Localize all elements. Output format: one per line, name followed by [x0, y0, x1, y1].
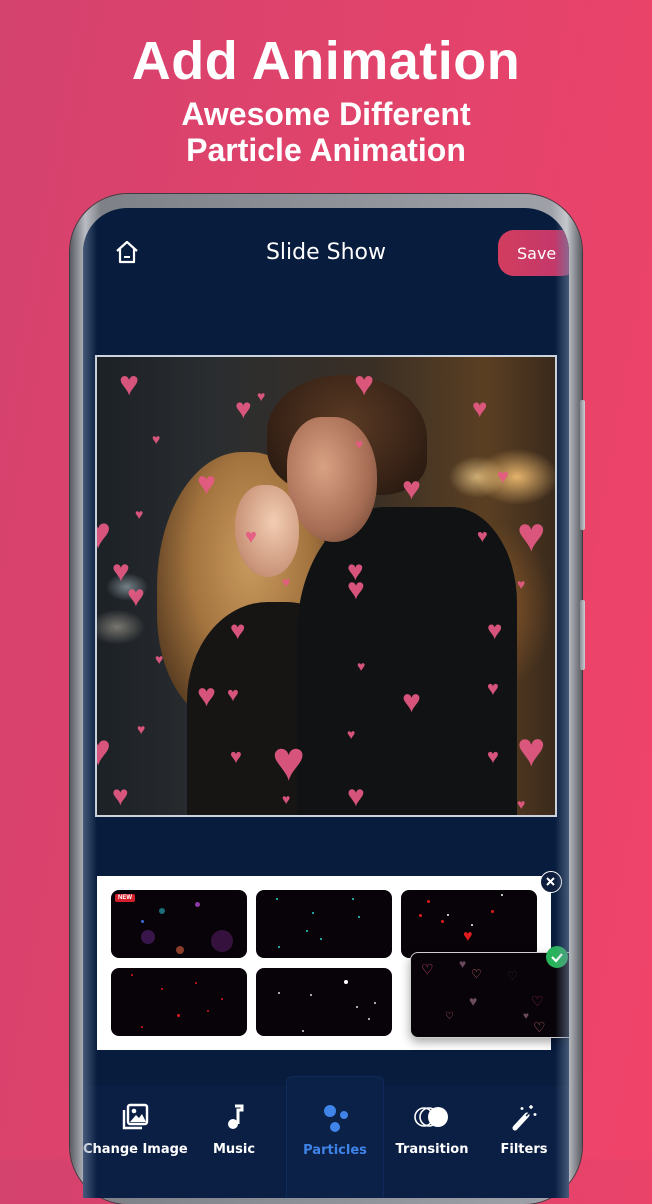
photo-man-face	[287, 417, 377, 542]
photo-man-coat	[297, 507, 517, 815]
new-badge: NEW	[115, 894, 135, 902]
heart-icon: ♥	[517, 509, 546, 562]
heart-icon: ♥	[127, 580, 145, 613]
heart-icon: ♥	[477, 526, 488, 546]
heart-icon: ♥	[197, 677, 216, 713]
particle-option-3[interactable]: ♥	[401, 890, 537, 958]
nav-label: Transition	[395, 1142, 469, 1157]
heart-icon: ♥	[347, 780, 365, 813]
nav-change-image[interactable]: Change Image	[83, 1086, 188, 1198]
particle-option-1[interactable]: NEW	[111, 890, 247, 958]
heart-icon: ♥	[235, 393, 252, 424]
heart-icon: ♥	[497, 466, 509, 488]
volume-button	[580, 400, 585, 530]
particle-option-2[interactable]	[256, 890, 392, 958]
heart-icon: ♥	[230, 746, 242, 768]
heart-icon: ♥	[137, 721, 146, 737]
image-gallery-icon	[122, 1103, 149, 1130]
nav-label: Change Image	[83, 1142, 188, 1157]
promo-subtitle-line1: Awesome Different	[181, 96, 471, 132]
heart-icon: ♥	[245, 526, 257, 548]
heart-icon: ♥	[152, 431, 161, 447]
heart-icon: ♥	[402, 470, 421, 506]
heart-icon: ♥	[282, 791, 291, 807]
nav-particles[interactable]: Particles	[286, 1076, 384, 1198]
bottom-nav: Change Image Music Particles Transition …	[83, 1076, 569, 1198]
heart-icon: ♥	[347, 573, 365, 606]
heart-icon: ♥	[402, 683, 421, 719]
power-button	[580, 600, 585, 670]
heart-icon: ♥	[487, 678, 499, 700]
heart-icon: ♥	[97, 729, 111, 773]
heart-icon: ♥	[463, 928, 473, 945]
music-note-icon	[228, 1104, 244, 1129]
particle-panel: NEW ♥ ♡ ♥ ♡ ♡ ♥ ♡ ♡ ♥ ♡	[97, 876, 569, 1050]
heart-icon: ♥	[97, 512, 111, 556]
heart-icon: ♥	[472, 393, 488, 423]
heart-icon: ♥	[119, 365, 140, 403]
heart-icon: ♥	[197, 465, 216, 501]
heart-icon: ♥	[517, 724, 546, 777]
heart-icon: ♥	[230, 615, 246, 645]
heart-icon: ♥	[487, 615, 503, 645]
heart-icon: ♥	[155, 651, 164, 667]
promo-subtitle: Awesome Different Particle Animation	[0, 96, 652, 168]
heart-icon: ♥	[227, 684, 239, 706]
heart-icon: ♥	[272, 729, 306, 792]
screen-title: Slide Show	[265, 240, 387, 265]
heart-icon: ♥	[517, 576, 526, 592]
heart-icon: ♥	[355, 436, 364, 452]
heart-icon: ♥	[517, 796, 526, 812]
heart-icon: ♥	[357, 658, 366, 674]
promo-title: Add Animation	[131, 31, 521, 91]
heart-icon: ♥	[135, 506, 144, 522]
heart-icon: ♥	[257, 388, 266, 404]
nav-label: Particles	[303, 1143, 367, 1158]
nav-transition[interactable]: Transition	[383, 1086, 481, 1198]
nav-music[interactable]: Music	[187, 1086, 281, 1198]
screen-edge	[555, 208, 569, 1198]
heart-icon: ♥	[282, 574, 291, 590]
slideshow-preview: ♥♥♥♥♥♥♥♥♥♥♥♥♥♥♥♥♥♥♥♥♥♥♥♥♥♥♥♥♥♥♥♥♥♥♥♥♥♥♥♥	[95, 355, 557, 817]
screen-edge	[83, 208, 97, 1198]
heart-icon: ♥	[112, 780, 129, 811]
nav-label: Music	[212, 1142, 256, 1157]
app-screen: Slide Show Save ♥ ♥ ♥ ♥ ♥ ♥ ♥ ♥ ♥ ♥ ♥ ♥ ♥ ♥ ♥ ♥ ♥ ♥ ♥ ♥ ♥ ♥ ♥ ♥…	[83, 208, 569, 1198]
heart-icon: ♥	[354, 365, 375, 403]
transition-icon	[414, 1107, 448, 1127]
heart-icon: ♥	[347, 726, 356, 742]
promo-subtitle-line2: Particle Animation	[186, 132, 466, 168]
heart-icon: ♥	[487, 746, 499, 768]
particle-option-5[interactable]	[256, 968, 392, 1036]
particle-option-4[interactable]	[111, 968, 247, 1036]
particles-icon	[324, 1105, 348, 1132]
magic-wand-icon	[512, 1105, 537, 1131]
